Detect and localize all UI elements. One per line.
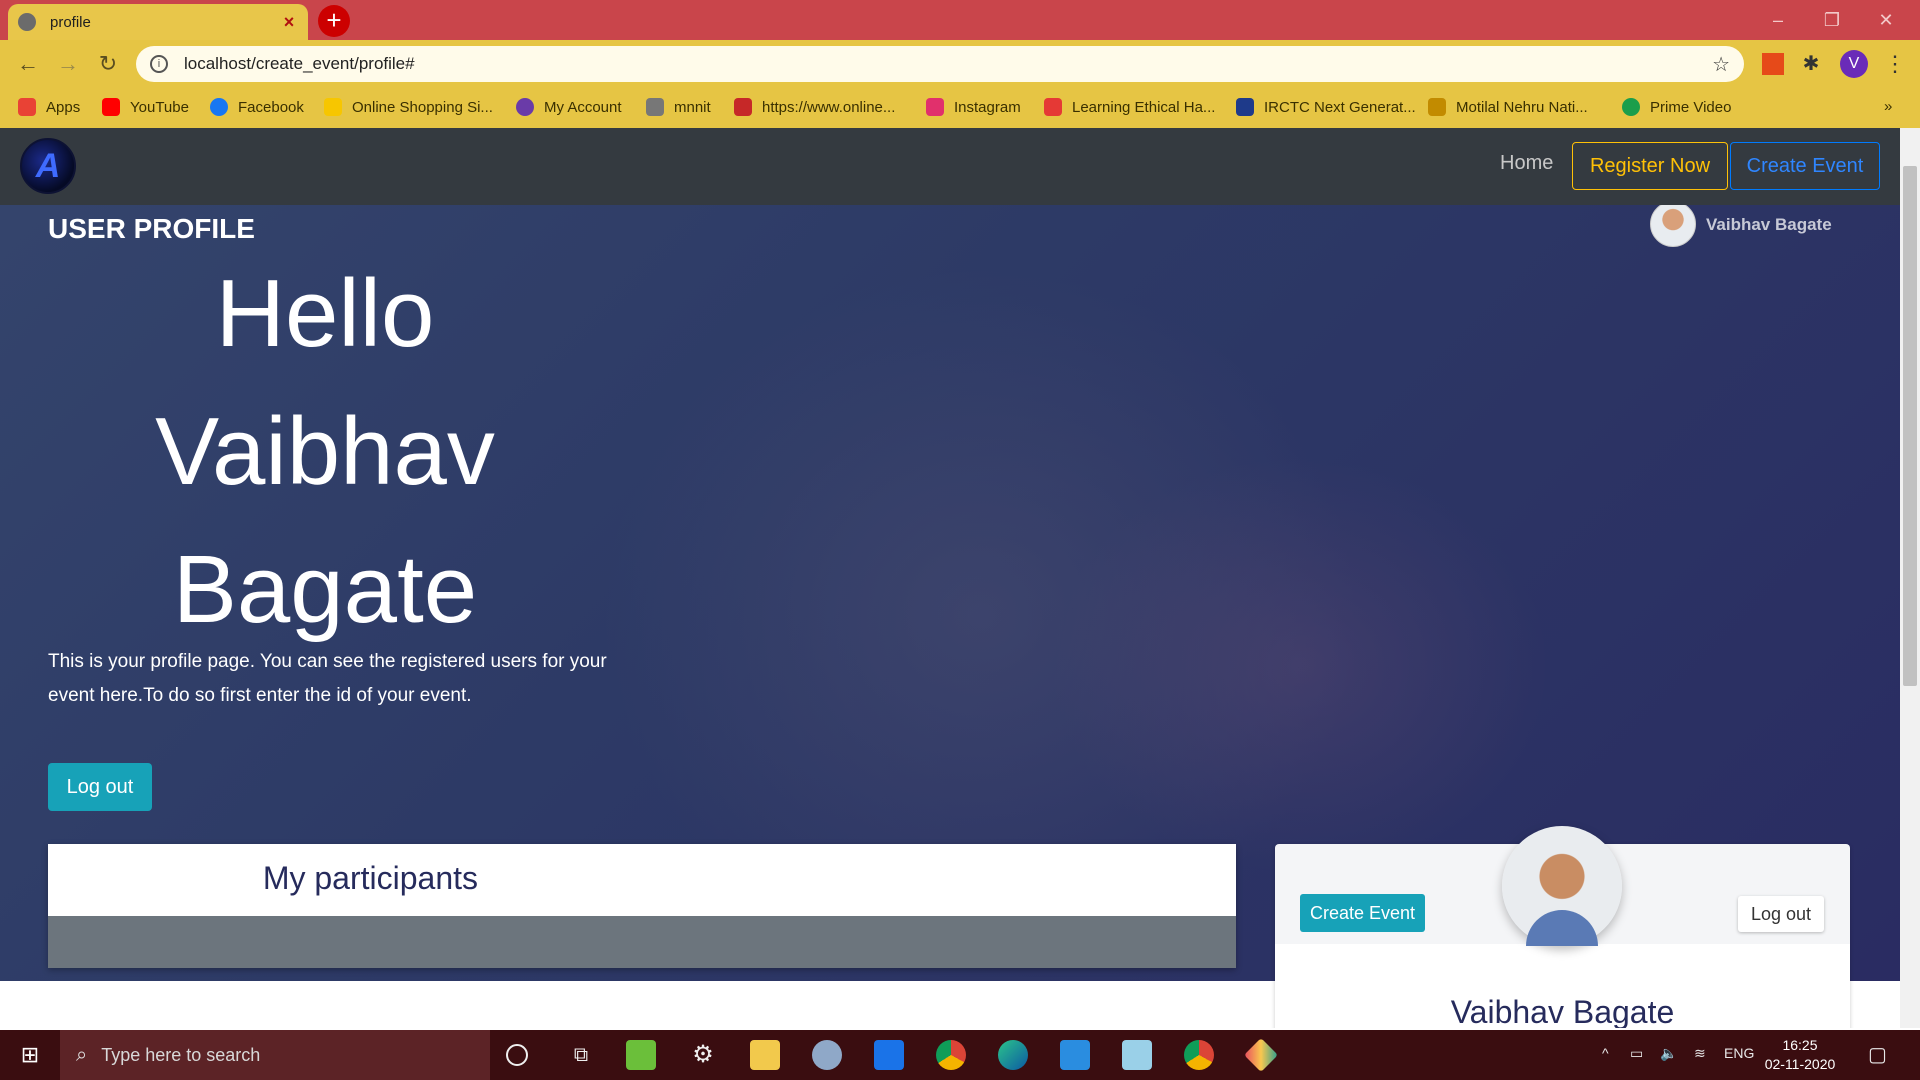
battery-icon[interactable]: ▭ (1630, 1045, 1643, 1062)
bookmark-label: Motilal Nehru Nati... (1456, 98, 1588, 116)
clock-time: 16:25 (1782, 1037, 1818, 1053)
settings-gear-icon[interactable]: ⚙ (688, 1040, 718, 1070)
system-clock[interactable]: 16:25 02-11-2020 (1755, 1036, 1845, 1074)
clock-date: 02-11-2020 (1764, 1056, 1836, 1072)
taskbar-search[interactable]: ⌕ Type here to search (60, 1030, 490, 1080)
bookmark-label: YouTube (130, 98, 189, 116)
reload-icon[interactable]: ↻ (94, 50, 122, 78)
close-tab-icon[interactable]: × (280, 12, 298, 33)
flipkart-icon (324, 98, 342, 116)
minimize-icon[interactable]: – (1758, 6, 1798, 34)
info-icon[interactable]: i (150, 55, 168, 73)
bookmark-label: Learning Ethical Ha... (1072, 98, 1216, 116)
bookmark-label: My Account (544, 98, 622, 116)
chrome-profile-icon[interactable] (1184, 1040, 1214, 1070)
nsdl-icon (734, 98, 752, 116)
file-explorer-icon[interactable] (750, 1040, 780, 1070)
bookmark-mnnit[interactable]: mnnit (646, 98, 711, 116)
search-placeholder: Type here to search (101, 1044, 261, 1065)
snipping-tool-icon[interactable] (812, 1040, 842, 1070)
volume-icon[interactable]: 🔈 (1660, 1045, 1677, 1062)
account-icon (516, 98, 534, 116)
profile-card-name: Vaibhav Bagate (1450, 994, 1675, 1028)
windows-taskbar: ⊞ ⌕ Type here to search ⧉ ⚙ ^ ▭ 🔈 ≋ ENG … (0, 1030, 1920, 1080)
bookmark-my-account[interactable]: My Account (516, 98, 622, 116)
apps-grid-icon (18, 98, 36, 116)
bookmarks-bar: Apps YouTube Facebook Online Shopping Si… (0, 88, 1920, 128)
avatar-shirt (1526, 910, 1598, 946)
search-icon: ⌕ (76, 1043, 88, 1066)
wifi-icon[interactable]: ≋ (1694, 1045, 1706, 1062)
office-extension-icon[interactable] (1762, 53, 1784, 75)
bookmark-label: mnnit (674, 98, 711, 116)
extensions-puzzle-icon[interactable]: ✱ (1800, 53, 1822, 75)
globe-icon (18, 13, 36, 31)
tab-title: profile (50, 13, 91, 31)
notepad-app-icon[interactable] (626, 1040, 656, 1070)
menu-dots-icon[interactable]: ⋮ (1884, 53, 1906, 75)
bookmark-facebook[interactable]: Facebook (210, 98, 304, 116)
bookmark-irctc[interactable]: IRCTC Next Generat... (1236, 98, 1416, 116)
mnnit-icon (646, 98, 664, 116)
edge-icon[interactable] (998, 1040, 1028, 1070)
card-create-event-button[interactable]: Create Event (1300, 894, 1425, 932)
restore-icon[interactable]: ❐ (1812, 6, 1852, 34)
back-icon[interactable]: ← (14, 50, 42, 78)
bookmark-label: https://www.online... (762, 98, 896, 116)
hacking-icon (1044, 98, 1062, 116)
bookmark-youtube[interactable]: YouTube (102, 98, 189, 116)
bookmark-label: Instagram (954, 98, 1021, 116)
bookmark-ethical-hacking[interactable]: Learning Ethical Ha... (1044, 98, 1215, 116)
new-tab-button[interactable]: + (318, 5, 350, 37)
chrome-icon[interactable] (936, 1040, 966, 1070)
bookmark-label: IRCTC Next Generat... (1264, 98, 1416, 116)
bookmark-label: Prime Video (1650, 98, 1732, 116)
profile-card-avatar (1502, 826, 1622, 946)
browser-tab[interactable]: profile × (8, 4, 308, 40)
browser-tab-bar: profile × + – ❐ ✕ (0, 0, 1920, 40)
bookmark-label: Facebook (238, 98, 304, 116)
bookmark-star-icon[interactable]: ☆ (1712, 52, 1730, 77)
irctc-icon (1236, 98, 1254, 116)
youtube-icon (102, 98, 120, 116)
bookmark-motilal-nehru[interactable]: Motilal Nehru Nati... (1428, 98, 1588, 116)
git-app-icon[interactable] (1244, 1038, 1278, 1072)
notifications-icon[interactable]: ▢ (1868, 1042, 1887, 1067)
bookmark-label: Apps (46, 98, 81, 116)
more-bookmarks-icon[interactable]: » (1884, 98, 1892, 115)
profile-avatar-icon[interactable]: V (1840, 50, 1868, 78)
bookmark-label: Online Shopping Si... (352, 98, 493, 116)
bookmark-online-link[interactable]: https://www.online... (734, 98, 895, 116)
prime-video-icon (1622, 98, 1640, 116)
forward-icon[interactable]: → (54, 50, 82, 78)
bookmark-apps[interactable]: Apps (18, 98, 80, 116)
cortana-icon[interactable] (506, 1044, 528, 1066)
vscode-icon[interactable] (1060, 1040, 1090, 1070)
tray-chevron-icon[interactable]: ^ (1602, 1045, 1609, 1061)
close-window-icon[interactable]: ✕ (1866, 6, 1906, 34)
language-indicator[interactable]: ENG (1724, 1045, 1754, 1061)
browser-toolbar: ← → ↻ i localhost/create_event/profile# … (0, 40, 1920, 88)
notes-app-icon[interactable] (1122, 1040, 1152, 1070)
instagram-icon (926, 98, 944, 116)
bookmark-prime-video[interactable]: Prime Video (1622, 98, 1731, 116)
task-view-icon[interactable]: ⧉ (566, 1040, 596, 1070)
college-icon (1428, 98, 1446, 116)
facebook-icon (210, 98, 228, 116)
bookmark-instagram[interactable]: Instagram (926, 98, 1021, 116)
url-text[interactable]: localhost/create_event/profile# (184, 54, 1712, 74)
bookmark-online-shopping[interactable]: Online Shopping Si... (324, 98, 493, 116)
card-logout-button[interactable]: Log out (1738, 896, 1824, 932)
windows-start-icon[interactable]: ⊞ (0, 1030, 60, 1080)
scrollbar-thumb[interactable] (1903, 166, 1917, 686)
address-bar[interactable]: i localhost/create_event/profile# ☆ (136, 46, 1744, 82)
profile-card-layer: Create Event Log out Vaibhav Bagate (0, 128, 1900, 1028)
mail-icon[interactable] (874, 1040, 904, 1070)
